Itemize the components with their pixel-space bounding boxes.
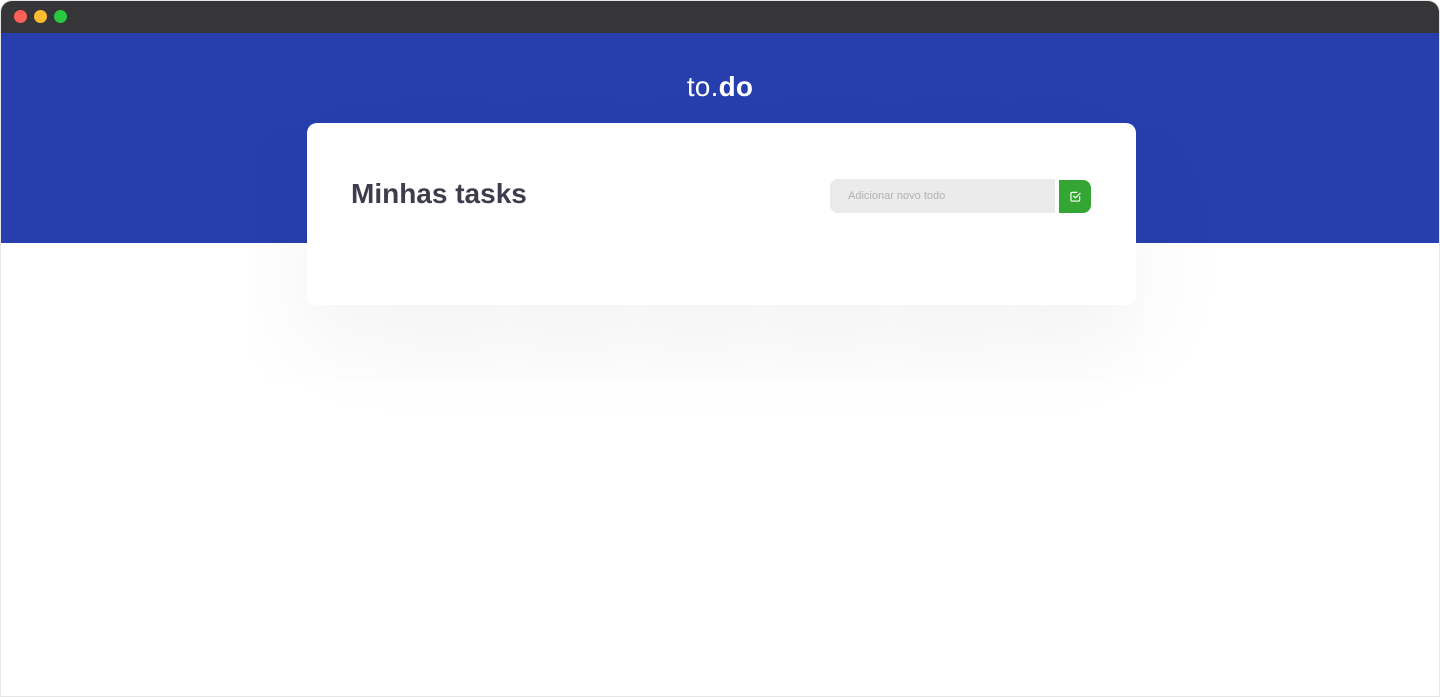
logo-light-text: to. bbox=[686, 71, 719, 102]
app-window: to.do Minhas tasks bbox=[0, 0, 1440, 697]
new-todo-input[interactable] bbox=[830, 179, 1055, 213]
minimize-window-button[interactable] bbox=[34, 10, 47, 23]
check-square-icon bbox=[1069, 191, 1081, 202]
app-logo: to.do bbox=[1, 71, 1439, 103]
add-todo-button[interactable] bbox=[1059, 180, 1091, 213]
page-title: Minhas tasks bbox=[351, 178, 527, 209]
tasks-card: Minhas tasks bbox=[307, 123, 1136, 305]
maximize-window-button[interactable] bbox=[54, 10, 67, 23]
close-window-button[interactable] bbox=[14, 10, 27, 23]
window-titlebar bbox=[1, 1, 1439, 33]
logo-bold-text: do bbox=[718, 71, 754, 102]
